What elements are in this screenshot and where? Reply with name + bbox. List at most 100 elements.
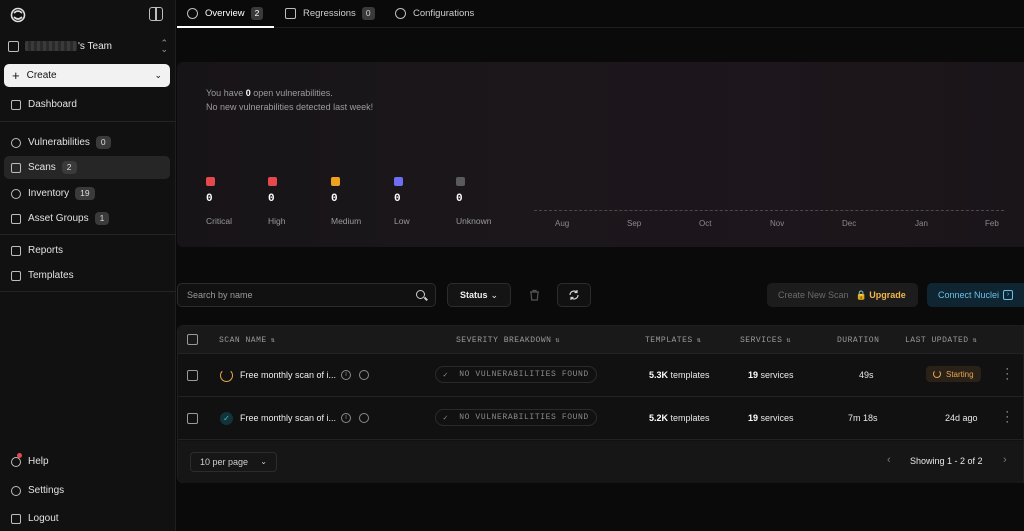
row-checkbox[interactable] — [187, 413, 198, 424]
column-duration[interactable]: DURATION — [837, 336, 879, 345]
spinner-icon — [933, 370, 941, 378]
refresh-button[interactable] — [557, 283, 591, 307]
create-new-scan-button[interactable]: Create New Scan 🔒 Upgrade — [767, 283, 918, 307]
sidebar-item-help[interactable]: Help — [4, 450, 170, 473]
sidebar-item-scans[interactable]: Scans 2 — [4, 156, 170, 179]
divider — [0, 121, 176, 122]
sidebar-item-label: Templates — [28, 270, 74, 281]
create-button[interactable]: + Create ⌄ — [4, 64, 170, 87]
search-box — [177, 283, 436, 307]
chevron-down-icon: ⌄ — [154, 70, 162, 80]
sidebar-collapse-icon[interactable] — [149, 7, 163, 21]
sidebar-item-dashboard[interactable]: Dashboard — [4, 93, 170, 116]
services-count: 19 services — [748, 413, 794, 423]
column-services[interactable]: SERVICES ⇅ — [740, 336, 791, 345]
severity-label: High — [268, 216, 286, 226]
duration: 49s — [859, 370, 874, 380]
more-options-icon[interactable]: · · · — [1005, 407, 1009, 428]
sidebar-item-vulnerabilities[interactable]: Vulnerabilities 0 — [4, 131, 170, 154]
column-last-updated[interactable]: LAST UPDATED ⇅ — [905, 336, 977, 345]
sidebar-item-reports[interactable]: Reports — [4, 239, 170, 262]
services-count: 19 services — [748, 370, 794, 380]
count-badge: 2 — [61, 161, 77, 174]
sidebar-item-label: Logout — [28, 513, 59, 524]
app-logo-icon[interactable] — [10, 7, 26, 23]
sidebar-item-asset-groups[interactable]: Asset Groups 1 — [4, 207, 170, 230]
sidebar-item-label: Reports — [28, 245, 64, 256]
connect-nuclei-button[interactable]: Connect Nuclei › — [927, 283, 1024, 307]
gear-icon — [11, 485, 21, 496]
column-scan-name[interactable]: SCAN NAME ⇅ — [219, 336, 275, 345]
chevron-updown-icon: ⌃ ⌄ — [160, 38, 168, 54]
search-input[interactable] — [187, 290, 397, 300]
tab-configurations[interactable]: Configurations — [395, 0, 474, 27]
divider — [0, 291, 176, 292]
sidebar-item-label: Scans — [28, 162, 56, 173]
sidebar-item-label: Asset Groups — [28, 213, 89, 224]
severity-label: Critical — [206, 216, 232, 226]
column-templates[interactable]: TEMPLATES ⇅ — [645, 336, 701, 345]
severity-unknown: 0 Unknown — [456, 177, 516, 226]
search-icon[interactable] — [416, 290, 425, 299]
sidebar-item-label: Settings — [28, 485, 65, 496]
refresh-icon — [569, 290, 579, 300]
chevron-down-icon: ⌄ — [260, 457, 267, 466]
table-row[interactable]: ✓ Free monthly scan of i... i ✓ NO VULNE… — [178, 397, 1023, 440]
tab-regressions[interactable]: Regressions 0 — [285, 0, 375, 27]
notification-dot — [17, 453, 22, 458]
team-switcher[interactable]: 's Team ⌃ ⌄ — [8, 38, 168, 54]
sidebar: 's Team ⌃ ⌄ + Create ⌄ Dashboard Vulnerab… — [0, 0, 176, 531]
tab-label: Overview — [205, 8, 245, 19]
sidebar-item-logout[interactable]: Logout — [4, 507, 170, 530]
last-updated: 24d ago — [945, 413, 978, 423]
clock-icon[interactable] — [359, 370, 369, 380]
select-all-checkbox[interactable] — [187, 334, 198, 345]
month-label: Dec — [842, 219, 857, 228]
scan-name[interactable]: Free monthly scan of i... — [240, 370, 336, 380]
status-badge: Starting — [926, 366, 981, 382]
next-page-icon[interactable]: › — [1003, 454, 1007, 466]
clock-icon[interactable] — [359, 413, 369, 423]
table-row[interactable]: Free monthly scan of i... i ✓ NO VULNERA… — [178, 354, 1023, 397]
upgrade-link[interactable]: 🔒 Upgrade — [856, 290, 906, 301]
trash-icon — [529, 289, 539, 301]
per-page-select[interactable]: 10 per page ⌄ — [190, 452, 277, 472]
severity-count: 0 — [268, 193, 275, 205]
month-label: Sep — [627, 219, 642, 228]
sidebar-item-label: Inventory — [28, 188, 70, 199]
scan-name[interactable]: Free monthly scan of i... — [240, 413, 336, 423]
status-filter-button[interactable]: Status ⌄ — [447, 283, 511, 307]
sidebar-item-label: Vulnerabilities — [28, 137, 90, 148]
scan-icon — [11, 162, 21, 173]
count-badge: 1 — [94, 212, 110, 225]
divider — [0, 234, 176, 235]
info-icon[interactable]: i — [341, 413, 351, 423]
month-label: Aug — [555, 219, 570, 228]
row-checkbox[interactable] — [187, 370, 198, 381]
trend-baseline — [534, 210, 1004, 211]
severity-label: Medium — [331, 216, 362, 226]
month-label: Nov — [770, 219, 785, 228]
sidebar-item-label: Help — [28, 456, 49, 467]
terminal-icon: › — [1003, 290, 1014, 300]
plus-icon: + — [12, 67, 20, 83]
info-icon[interactable]: i — [341, 370, 351, 380]
sidebar-item-templates[interactable]: Templates — [4, 264, 170, 287]
sidebar-item-settings[interactable]: Settings — [4, 479, 170, 502]
server-icon — [11, 213, 21, 224]
connect-label: Connect Nuclei — [938, 290, 1000, 300]
delete-button[interactable] — [517, 283, 551, 307]
previous-page-icon[interactable]: ‹ — [887, 454, 891, 466]
grid-icon — [285, 8, 296, 19]
severity-count: 0 — [456, 193, 463, 205]
sidebar-item-inventory[interactable]: Inventory 19 — [4, 182, 170, 205]
more-options-icon[interactable]: · · · — [1005, 364, 1009, 385]
severity-pill: ✓ NO VULNERABILITIES FOUND — [435, 409, 597, 426]
logout-icon — [11, 513, 21, 524]
shield-icon — [11, 137, 21, 148]
column-severity[interactable]: SEVERITY BREAKDOWN ⇅ — [456, 336, 560, 345]
tab-overview[interactable]: Overview 2 — [187, 0, 264, 27]
severity-swatch — [206, 177, 215, 186]
weekly-status-text: No new vulnerabilities detected last wee… — [206, 102, 374, 112]
severity-label: Unknown — [456, 216, 492, 226]
